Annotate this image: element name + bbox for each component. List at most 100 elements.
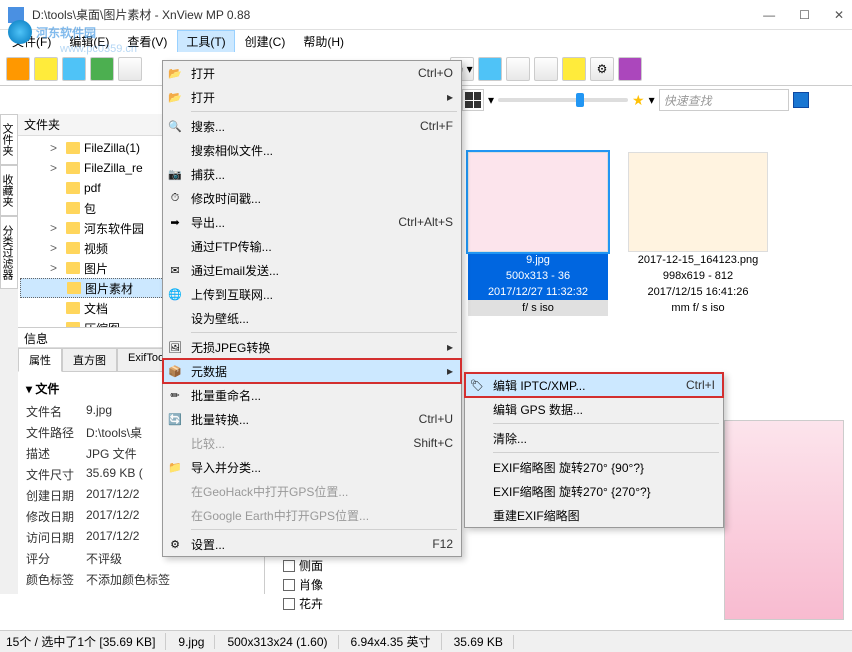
menu-item-icon: 🏷: [469, 377, 485, 393]
menu-item[interactable]: 📂打开Ctrl+O: [163, 61, 461, 85]
menu-item[interactable]: 📂打开▸: [163, 85, 461, 109]
menu-shortcut: Ctrl+I: [686, 378, 715, 392]
tag-row[interactable]: 侧面: [282, 556, 462, 575]
menu-create[interactable]: 创建(C): [237, 31, 294, 52]
info-value: D:\tools\桌: [86, 424, 142, 441]
menu-item[interactable]: 搜索相似文件...: [163, 138, 461, 162]
quick-search-input[interactable]: 快速查找: [659, 89, 789, 111]
thumbnail-size-slider[interactable]: [498, 98, 628, 102]
submenu-item[interactable]: 重建EXIF缩略图: [465, 503, 723, 527]
folder-icon: [66, 142, 80, 154]
dropdown-arrow-icon[interactable]: ▾: [488, 93, 494, 107]
watermark-logo: 河东软件园: [8, 20, 96, 44]
menu-shortcut: F12: [432, 537, 453, 551]
menu-item[interactable]: 📁导入并分类...: [163, 455, 461, 479]
info-value: 不评级: [86, 550, 122, 567]
menu-shortcut: Ctrl+Alt+S: [398, 215, 453, 229]
tool-forward[interactable]: [34, 57, 58, 81]
close-button[interactable]: ✕: [834, 8, 844, 22]
menu-item[interactable]: ✉通过Email发送...: [163, 258, 461, 282]
metadata-submenu: 🏷 编辑 IPTC/XMP...Ctrl+I 编辑 GPS 数据... 清除... EX…: [464, 372, 724, 528]
tool-refresh[interactable]: [90, 57, 114, 81]
tag-row[interactable]: 肖像: [282, 575, 462, 594]
menu-item[interactable]: ✏批量重命名...: [163, 383, 461, 407]
menu-item[interactable]: 🔄批量转换...Ctrl+U: [163, 407, 461, 431]
menu-item-label: 编辑 IPTC/XMP...: [493, 377, 686, 394]
submenu-item[interactable]: 清除...: [465, 426, 723, 450]
menu-item[interactable]: 🌐上传到互联网...: [163, 282, 461, 306]
minimize-button[interactable]: —: [763, 8, 775, 22]
thumbnail-item[interactable]: 2017-12-15_164123.png 998x619 - 812 2017…: [628, 152, 768, 316]
info-row: 颜色标签不添加颜色标签: [26, 569, 256, 590]
info-tab-histogram[interactable]: 直方图: [62, 348, 117, 372]
tool-f[interactable]: [618, 57, 642, 81]
thumbnail-image[interactable]: [468, 152, 608, 252]
expand-arrow-icon[interactable]: >: [50, 241, 62, 255]
expand-arrow-icon[interactable]: >: [50, 161, 62, 175]
side-tab-categories[interactable]: 分类过滤器: [0, 216, 18, 289]
menu-item[interactable]: 在GeoHack中打开GPS位置...: [163, 479, 461, 503]
thumbnail-item[interactable]: 9.jpg 500x313 - 36 2017/12/27 11:32:32 f…: [468, 152, 608, 316]
menu-item-label: 打开: [191, 89, 447, 106]
menu-item[interactable]: ⏱修改时间戳...: [163, 186, 461, 210]
checkbox[interactable]: [283, 579, 295, 591]
tool-d[interactable]: [562, 57, 586, 81]
info-key: 文件路径: [26, 424, 86, 441]
info-value: 2017/12/2: [86, 487, 139, 504]
menu-item[interactable]: 📦元数据▸: [163, 359, 461, 383]
menu-item[interactable]: ⚙设置...F12: [163, 532, 461, 556]
info-tab-properties[interactable]: 属性: [18, 348, 62, 372]
submenu-item[interactable]: EXIF缩略图 旋转270° {90°?}: [465, 455, 723, 479]
menu-item-icon: 🔄: [167, 411, 183, 427]
menu-item[interactable]: 🖼无损JPEG转换▸: [163, 335, 461, 359]
thumbnail-image[interactable]: [628, 152, 768, 252]
info-value: 2017/12/2: [86, 508, 139, 525]
tool-a[interactable]: [478, 57, 502, 81]
menu-item[interactable]: 比较...Shift+C: [163, 431, 461, 455]
tree-label: 包: [84, 200, 96, 217]
menu-item-label: 元数据: [191, 363, 447, 380]
tag-row[interactable]: 花卉: [282, 594, 462, 613]
float-button[interactable]: [793, 92, 809, 108]
menu-item[interactable]: ➡导出...Ctrl+Alt+S: [163, 210, 461, 234]
side-tab-favorites[interactable]: 收藏夹: [0, 165, 18, 216]
view-mode-grid-icon[interactable]: [462, 89, 484, 111]
menu-item[interactable]: 🔍搜索...Ctrl+F: [163, 114, 461, 138]
tool-b[interactable]: [506, 57, 530, 81]
tool-5[interactable]: [118, 57, 142, 81]
menu-tools[interactable]: 工具(T): [177, 30, 234, 53]
menu-item[interactable]: 📷捕获...: [163, 162, 461, 186]
menu-help[interactable]: 帮助(H): [295, 31, 352, 52]
menu-item[interactable]: 设为壁纸...: [163, 306, 461, 330]
tool-back[interactable]: [6, 57, 30, 81]
expand-arrow-icon[interactable]: >: [50, 261, 62, 275]
menu-item-icon: 📁: [167, 459, 183, 475]
side-tab-folders[interactable]: 文件夹: [0, 114, 18, 165]
favorite-star-icon[interactable]: ★: [632, 92, 645, 109]
tool-c[interactable]: [534, 57, 558, 81]
info-key: 访问日期: [26, 529, 86, 546]
checkbox[interactable]: [283, 560, 295, 572]
maximize-button[interactable]: ☐: [799, 8, 810, 22]
menu-item[interactable]: 通过FTP传输...: [163, 234, 461, 258]
submenu-item[interactable]: 🏷 编辑 IPTC/XMP...Ctrl+I: [465, 373, 723, 397]
menu-item[interactable]: 在Google Earth中打开GPS位置...: [163, 503, 461, 527]
folder-icon: [66, 262, 80, 274]
tree-label: 图片: [84, 260, 108, 277]
folder-icon: [66, 242, 80, 254]
checkbox[interactable]: [283, 598, 295, 610]
folder-icon: [67, 282, 81, 294]
dropdown-arrow-icon[interactable]: ▾: [649, 93, 655, 107]
gear-icon[interactable]: ⚙: [590, 57, 614, 81]
menu-item-icon: ⚙: [167, 536, 183, 552]
menu-item-label: 批量重命名...: [191, 387, 453, 404]
expand-arrow-icon[interactable]: >: [50, 141, 62, 155]
submenu-item[interactable]: 编辑 GPS 数据...: [465, 397, 723, 421]
menu-separator: [191, 111, 457, 112]
menu-item-icon: ➡: [167, 214, 183, 230]
expand-arrow-icon[interactable]: >: [50, 221, 62, 235]
submenu-arrow-icon: ▸: [447, 90, 453, 104]
submenu-item[interactable]: EXIF缩略图 旋转270° {270°?}: [465, 479, 723, 503]
menu-item-icon: [469, 401, 485, 417]
tool-up[interactable]: [62, 57, 86, 81]
